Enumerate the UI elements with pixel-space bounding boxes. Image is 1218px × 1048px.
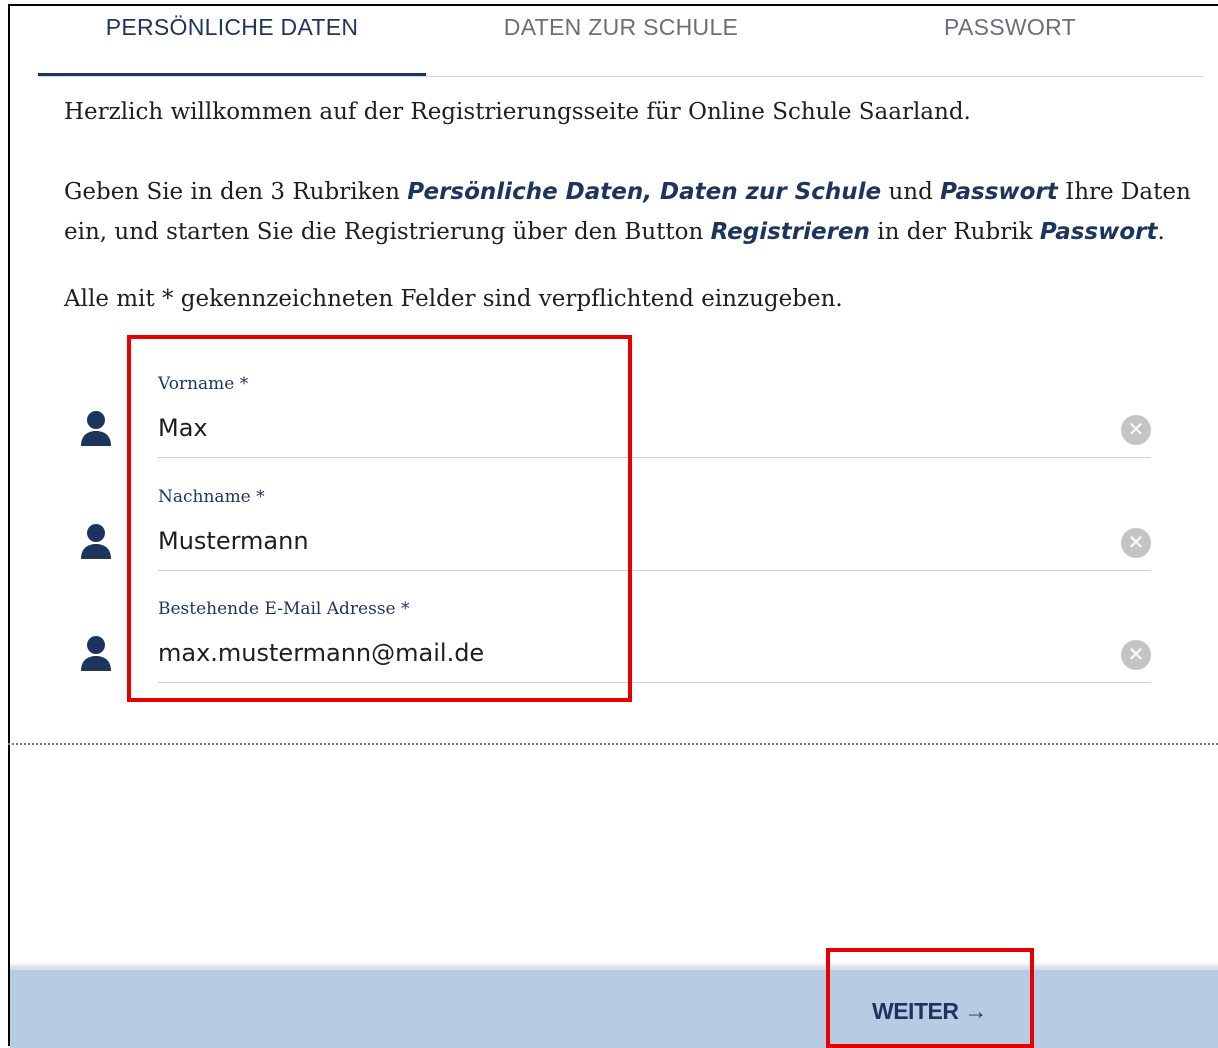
highlight-box-fields [127, 335, 632, 702]
instructions-line-1: Geben Sie in den 3 Rubriken Persönliche … [64, 172, 1191, 212]
button-name: Registrieren [710, 219, 870, 245]
required-fields-note: Alle mit * gekennzeichneten Felder sind … [64, 286, 843, 312]
instructions-text: ein, und starten Sie die Registrierung ü… [64, 219, 711, 245]
tab-passwort[interactable]: PASSWORT [816, 14, 1204, 41]
rubric-name: Passwort [940, 179, 1058, 205]
tabs-divider [38, 76, 1204, 77]
person-icon [81, 636, 111, 671]
person-icon [81, 524, 111, 559]
welcome-text: Herzlich willkommen auf der Registrierun… [64, 99, 971, 125]
clear-icon[interactable]: ✕ [1121, 528, 1151, 558]
instructions-text: Ihre Daten [1057, 179, 1191, 205]
highlight-box-button [826, 948, 1034, 1048]
tab-daten-zur-schule[interactable]: DATEN ZUR SCHULE [427, 14, 815, 41]
section-divider [8, 743, 1218, 745]
tab-persoenliche-daten[interactable]: PERSÖNLICHE DATEN [38, 14, 426, 41]
person-icon [81, 411, 111, 446]
active-tab-indicator [38, 73, 426, 76]
instructions-text: Geben Sie in den 3 Rubriken [64, 179, 408, 205]
rubric-name: Persönliche Daten, Daten zur Schule [407, 179, 882, 205]
instructions-text: . [1157, 219, 1165, 245]
footer-bar [10, 968, 1218, 1048]
instructions-text: in der Rubrik [869, 219, 1040, 245]
instructions-line-2: ein, und starten Sie die Registrierung ü… [64, 212, 1165, 252]
clear-icon[interactable]: ✕ [1121, 640, 1151, 670]
clear-icon[interactable]: ✕ [1121, 415, 1151, 445]
rubric-name: Passwort [1039, 219, 1158, 245]
instructions-text: und [881, 179, 941, 205]
